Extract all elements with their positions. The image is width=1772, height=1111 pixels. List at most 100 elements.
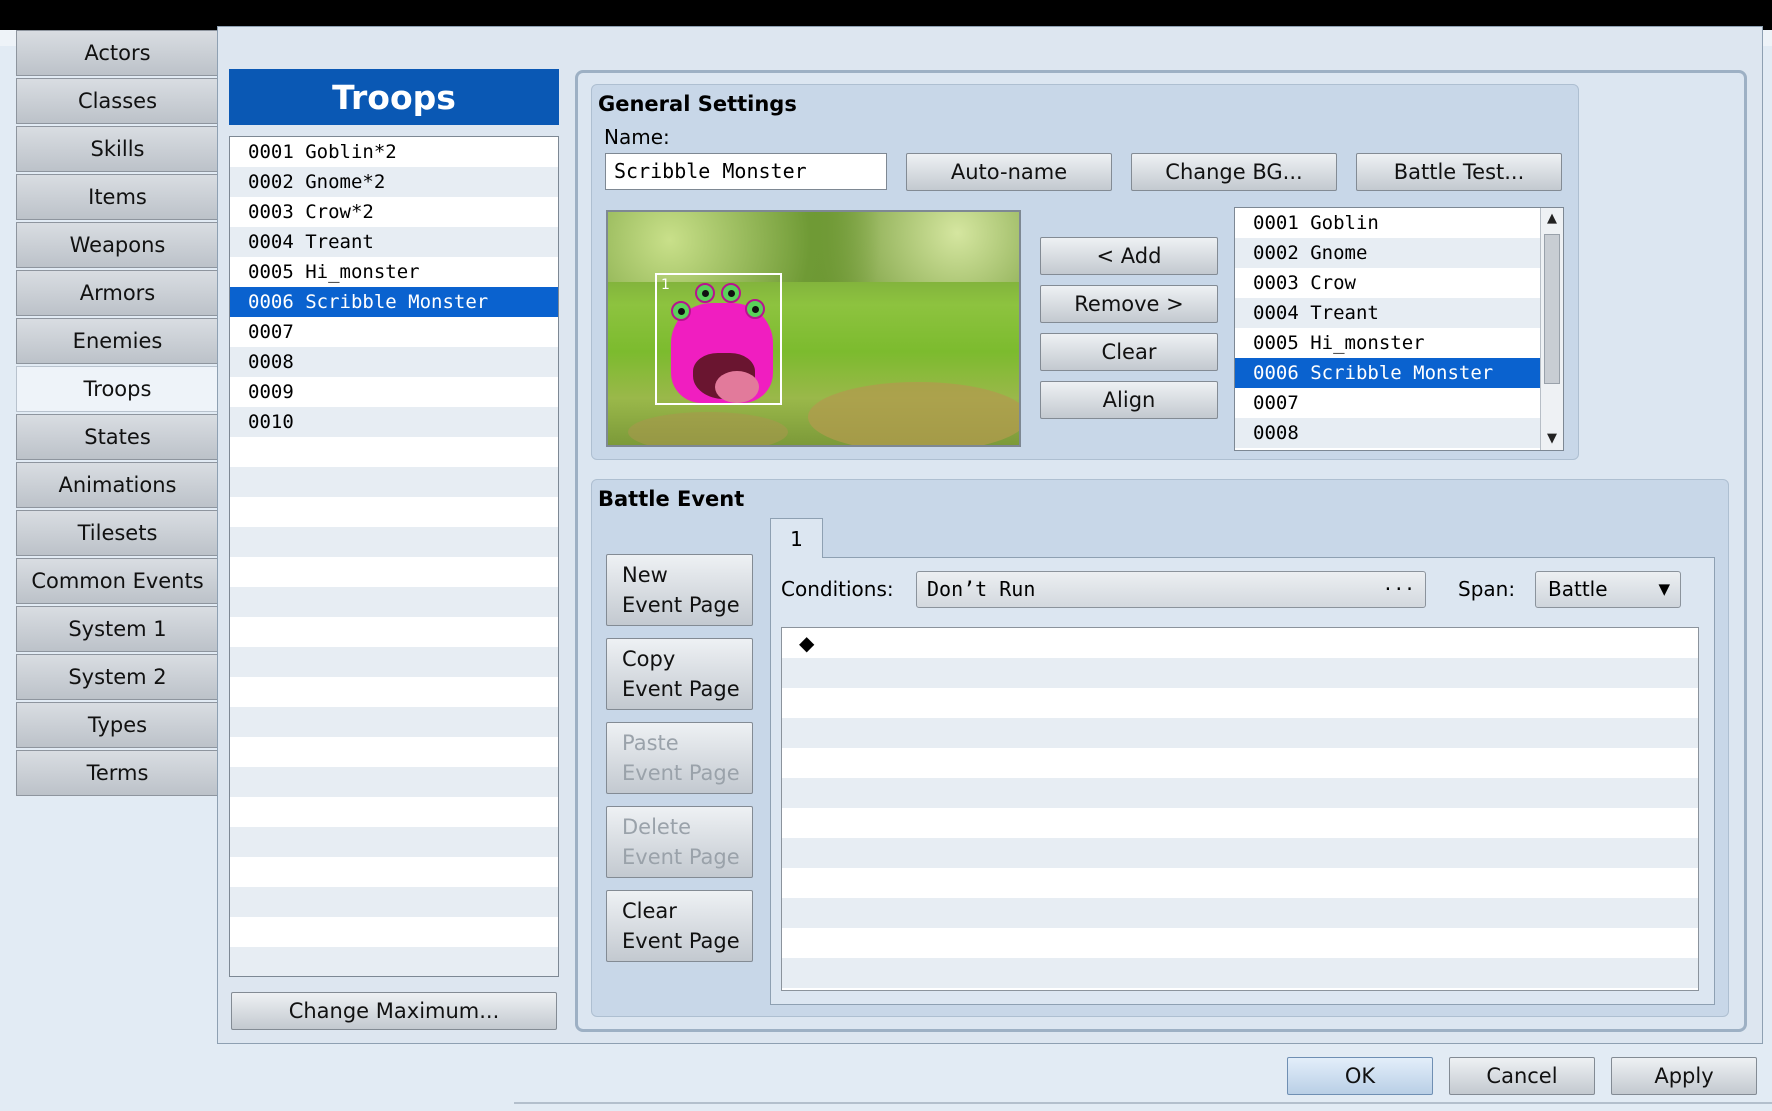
empty-row <box>230 827 558 857</box>
scroll-down-icon[interactable]: ▼ <box>1541 428 1563 450</box>
tab-common-events[interactable]: Common Events <box>16 558 218 604</box>
empty-row <box>230 857 558 887</box>
empty-row <box>782 718 1698 748</box>
enemy-list-item[interactable]: 0001 Goblin <box>1235 208 1563 238</box>
battle-event-title: Battle Event <box>598 487 745 511</box>
tab-states[interactable]: States <box>16 414 218 460</box>
background-dirt <box>808 382 1019 445</box>
empty-row <box>230 707 558 737</box>
command-marker-icon: ◆ <box>799 631 815 655</box>
name-label: Name: <box>604 125 670 149</box>
empty-row <box>782 688 1698 718</box>
button-label: New <box>622 563 668 587</box>
troop-list-item[interactable]: 0004 Treant <box>230 227 558 257</box>
tab-items[interactable]: Items <box>16 174 218 220</box>
empty-row <box>230 767 558 797</box>
auto-name-button[interactable]: Auto-name <box>906 153 1112 191</box>
empty-row <box>230 467 558 497</box>
troop-list-item[interactable]: 0003 Crow*2 <box>230 197 558 227</box>
enemy-list-item[interactable]: 0005 Hi_monster <box>1235 328 1563 358</box>
tab-skills[interactable]: Skills <box>16 126 218 172</box>
empty-row <box>230 617 558 647</box>
enemy-list-item[interactable]: 0002 Gnome <box>1235 238 1563 268</box>
conditions-field[interactable]: Don’t Run ··· <box>916 571 1426 608</box>
enemy-index-label: 1 <box>661 277 670 293</box>
tab-terms[interactable]: Terms <box>16 750 218 796</box>
ok-button[interactable]: OK <box>1287 1057 1433 1095</box>
tab-classes[interactable]: Classes <box>16 78 218 124</box>
tab-enemies[interactable]: Enemies <box>16 318 218 364</box>
button-label: Event Page <box>622 677 740 701</box>
delete-event-page-button[interactable]: Delete Event Page <box>606 806 753 878</box>
enemy-list-item[interactable]: 0003 Crow <box>1235 268 1563 298</box>
troop-list-item[interactable]: 0010 <box>230 407 558 437</box>
ellipsis-icon: ··· <box>1382 579 1415 600</box>
enemy-list-scrollbar[interactable]: ▲ ▼ <box>1540 208 1563 450</box>
empty-row <box>782 928 1698 958</box>
enemy-list-item[interactable]: 0004 Treant <box>1235 298 1563 328</box>
name-input[interactable]: Scribble Monster <box>605 153 887 190</box>
conditions-label: Conditions: <box>781 577 894 601</box>
troop-list-item[interactable]: 0002 Gnome*2 <box>230 167 558 197</box>
button-label: Event Page <box>622 929 740 953</box>
cancel-button[interactable]: Cancel <box>1449 1057 1595 1095</box>
empty-row <box>230 797 558 827</box>
conditions-value: Don’t Run <box>927 577 1036 601</box>
enemy-list[interactable]: 0001 Goblin 0002 Gnome 0003 Crow 0004 Tr… <box>1234 207 1564 451</box>
empty-row <box>230 887 558 917</box>
event-page-tab-1[interactable]: 1 <box>770 518 823 558</box>
apply-button[interactable]: Apply <box>1611 1057 1757 1095</box>
troop-list-item[interactable]: 0007 <box>230 317 558 347</box>
troop-battle-preview[interactable]: 1 <box>606 210 1021 447</box>
tab-animations[interactable]: Animations <box>16 462 218 508</box>
span-select[interactable]: Battle ▼ <box>1535 571 1681 608</box>
empty-row <box>782 778 1698 808</box>
troop-list[interactable]: 0001 Goblin*2 0002 Gnome*2 0003 Crow*2 0… <box>229 136 559 977</box>
empty-row <box>782 748 1698 778</box>
tab-actors[interactable]: Actors <box>16 30 218 76</box>
troop-list-item[interactable]: 0005 Hi_monster <box>230 257 558 287</box>
empty-row <box>230 647 558 677</box>
button-label: Copy <box>622 647 676 671</box>
battle-test-button[interactable]: Battle Test... <box>1356 153 1562 191</box>
scroll-up-icon[interactable]: ▲ <box>1541 208 1563 230</box>
empty-row <box>782 838 1698 868</box>
troop-list-item[interactable]: 0001 Goblin*2 <box>230 137 558 167</box>
enemy-list-item[interactable]: 0007 <box>1235 388 1563 418</box>
troop-list-item-selected[interactable]: 0006 Scribble Monster <box>230 287 558 317</box>
category-tabs: Actors Classes Skills Items Weapons Armo… <box>16 30 218 798</box>
empty-row <box>782 958 1698 988</box>
clear-event-page-button[interactable]: Clear Event Page <box>606 890 753 962</box>
change-maximum-button[interactable]: Change Maximum... <box>231 992 557 1030</box>
tab-tilesets[interactable]: Tilesets <box>16 510 218 556</box>
chevron-down-icon: ▼ <box>1658 580 1670 598</box>
clear-enemies-button[interactable]: Clear <box>1040 333 1218 371</box>
paste-event-page-button[interactable]: Paste Event Page <box>606 722 753 794</box>
troop-list-item[interactable]: 0009 <box>230 377 558 407</box>
scrollbar-thumb[interactable] <box>1544 234 1560 384</box>
tab-system-1[interactable]: System 1 <box>16 606 218 652</box>
empty-row <box>230 527 558 557</box>
copy-event-page-button[interactable]: Copy Event Page <box>606 638 753 710</box>
event-command-list[interactable]: ◆ <box>781 627 1699 991</box>
span-value: Battle <box>1548 577 1608 601</box>
empty-row <box>230 557 558 587</box>
tab-system-2[interactable]: System 2 <box>16 654 218 700</box>
tab-weapons[interactable]: Weapons <box>16 222 218 268</box>
enemy-list-item-selected[interactable]: 0006 Scribble Monster <box>1235 358 1563 388</box>
new-event-page-button[interactable]: New Event Page <box>606 554 753 626</box>
empty-row <box>230 677 558 707</box>
change-bg-button[interactable]: Change BG... <box>1131 153 1337 191</box>
tab-armors[interactable]: Armors <box>16 270 218 316</box>
align-enemies-button[interactable]: Align <box>1040 381 1218 419</box>
enemy-list-item[interactable]: 0008 <box>1235 418 1563 448</box>
remove-enemy-button[interactable]: Remove > <box>1040 285 1218 323</box>
enemy-selection-box[interactable]: 1 <box>655 273 782 405</box>
add-enemy-button[interactable]: < Add <box>1040 237 1218 275</box>
empty-row <box>230 437 558 467</box>
tab-types[interactable]: Types <box>16 702 218 748</box>
empty-row <box>230 947 558 976</box>
tab-troops[interactable]: Troops <box>16 366 218 412</box>
troop-list-item[interactable]: 0008 <box>230 347 558 377</box>
command-row[interactable]: ◆ <box>782 628 1698 658</box>
